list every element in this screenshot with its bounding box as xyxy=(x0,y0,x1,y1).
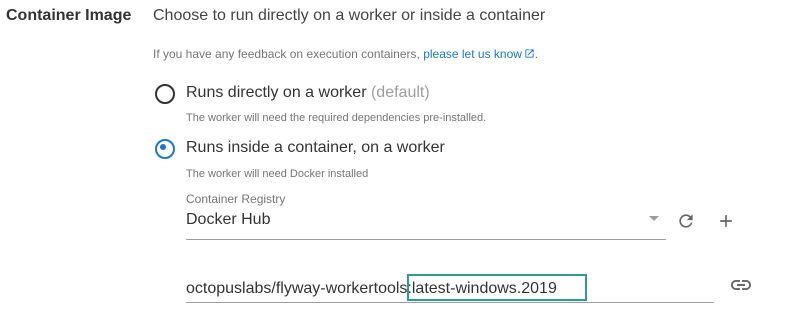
caret-down-icon[interactable] xyxy=(649,216,659,221)
container-registry-label: Container Registry xyxy=(186,192,286,206)
radio-run-in-container[interactable] xyxy=(155,139,175,159)
radio-run-on-worker-helper: The worker will need the required depend… xyxy=(186,112,487,124)
external-link-icon xyxy=(525,49,534,58)
section-description: Choose to run directly on a worker or in… xyxy=(153,7,546,24)
radio-run-on-worker-label[interactable]: Runs directly on a worker (default) xyxy=(186,84,430,102)
radio-run-in-container-helper: The worker will need Docker installed xyxy=(186,168,369,180)
radio-run-on-worker[interactable] xyxy=(155,84,175,104)
feedback-link[interactable]: please let us know xyxy=(423,47,535,61)
container-image-input[interactable] xyxy=(186,278,712,300)
section-label: Container Image xyxy=(6,7,132,24)
refresh-icon[interactable] xyxy=(676,211,696,231)
link-icon[interactable] xyxy=(729,273,753,297)
radio-run-in-container-label[interactable]: Runs inside a container, on a worker xyxy=(186,139,445,157)
container-registry-select[interactable]: Docker Hub xyxy=(186,211,664,237)
plus-icon[interactable] xyxy=(716,211,736,231)
default-tag: (default) xyxy=(370,84,430,101)
feedback-suffix: . xyxy=(534,47,539,61)
container-image-underline xyxy=(186,302,714,303)
container-registry-underline xyxy=(186,239,666,240)
feedback-text: If you have any feedback on execution co… xyxy=(153,47,424,61)
feedback-note: If you have any feedback on execution co… xyxy=(153,47,538,61)
